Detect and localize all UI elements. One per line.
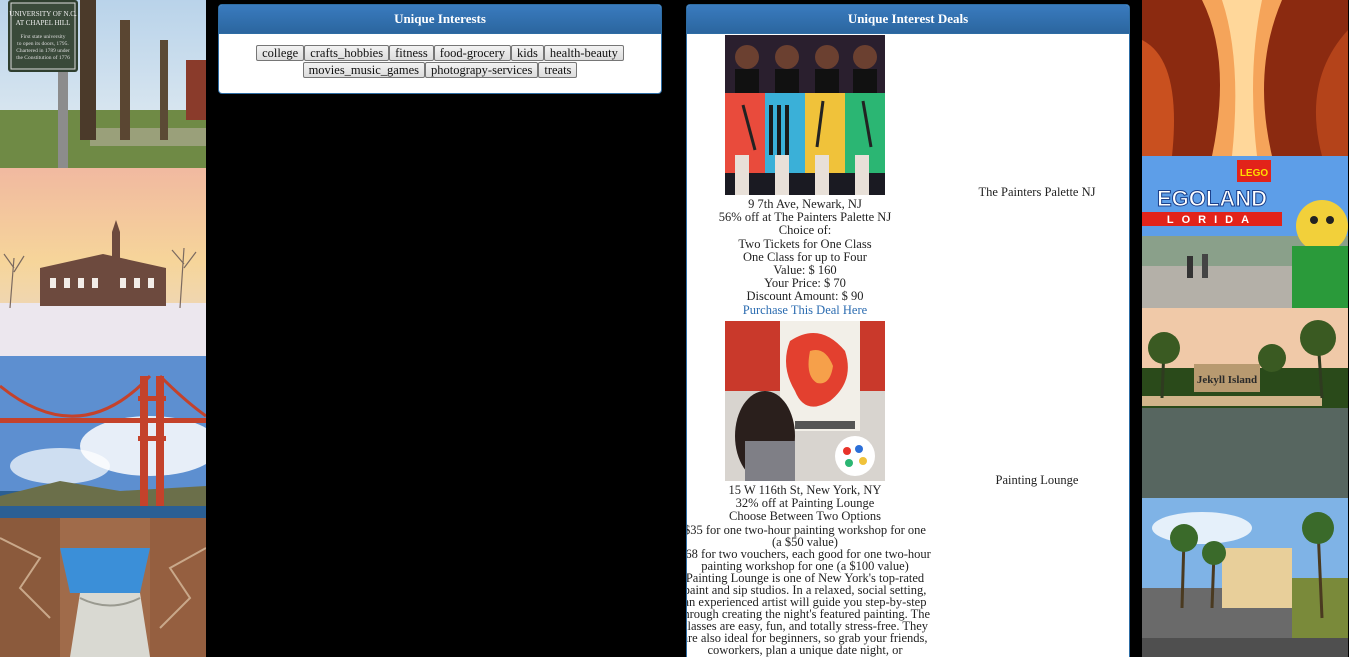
interest-button-fitness[interactable]: fitness — [389, 45, 434, 61]
deals-panel: Unique Interest Deals 9 7th Ave, Newark,… — [686, 4, 1130, 657]
svg-text:First state university: First state university — [21, 34, 66, 40]
interest-button-food-grocery[interactable]: food-grocery — [433, 45, 511, 61]
interest-button-health-beauty[interactable]: health-beauty — [543, 45, 624, 61]
svg-text:EGOLAND: EGOLAND — [1157, 186, 1267, 211]
deal-image[interactable] — [725, 321, 885, 481]
svg-text:Jekyll Island: Jekyll Island — [1197, 374, 1257, 386]
legoland-florida-photo: LEGO EGOLAND LORIDA — [1142, 156, 1348, 308]
interest-button-college[interactable]: college — [256, 45, 305, 61]
svg-text:LEGO: LEGO — [1240, 168, 1269, 179]
antelope-canyon-photo — [1142, 0, 1348, 156]
deal-details: 9 7th Ave, Newark, NJ 56% off at The Pai… — [687, 35, 931, 317]
interests-panel-title: Unique Interests — [219, 5, 661, 34]
unc-chapel-hill-marker-photo: UNIVERSITY OF N.C. AT CHAPEL HILL First … — [0, 0, 206, 168]
deal-details: 15 W 116th St, New York, NY 32% off at P… — [686, 321, 931, 657]
interest-button-photography-services[interactable]: photograpy-services — [424, 62, 539, 78]
deal-merchant-name: Painting Lounge — [995, 473, 1079, 487]
jekyll-island-sign-photo: Jekyll Island — [1142, 308, 1348, 498]
svg-text:AT CHAPEL HILL: AT CHAPEL HILL — [16, 19, 71, 27]
deal-options-label: Choose Between Two Options — [728, 509, 881, 524]
deal-option: $68 for two vouchers, each good for one … — [686, 546, 931, 573]
svg-text:Chartered in 1789 under: Chartered in 1789 under — [16, 48, 70, 54]
deal-option: Two Tickets for One Class — [738, 236, 872, 251]
svg-text:to open its doors, 1795.: to open its doors, 1795. — [17, 41, 69, 47]
right-photo-column: LEGO EGOLAND LORIDA Jekyll Island — [1142, 0, 1348, 657]
snowy-campus-building-photo — [0, 168, 206, 356]
deals-panel-title: Unique Interest Deals — [687, 5, 1129, 34]
deal-option: $35 for one two-hour painting workshop f… — [686, 522, 926, 549]
svg-text:LORIDA: LORIDA — [1167, 214, 1257, 226]
svg-text:UNIVERSITY OF N.C.: UNIVERSITY OF N.C. — [9, 10, 77, 18]
interest-button-crafts-hobbies[interactable]: crafts_hobbies — [304, 45, 390, 61]
interest-button-kids[interactable]: kids — [511, 45, 544, 61]
hoover-dam-photo — [0, 518, 206, 657]
purchase-deal-link[interactable]: Purchase This Deal Here — [743, 303, 867, 317]
deal-merchant-name: The Painters Palette NJ — [978, 185, 1096, 199]
palm-lined-street-photo — [1142, 498, 1348, 657]
page: UNIVERSITY OF N.C. AT CHAPEL HILL First … — [0, 0, 1349, 657]
deal-options-label: Choice of: — [778, 223, 832, 238]
left-photo-column: UNIVERSITY OF N.C. AT CHAPEL HILL First … — [0, 0, 206, 657]
interest-button-group: college crafts_hobbies fitness food-groc… — [219, 34, 661, 78]
svg-text:the Constitution of 1776: the Constitution of 1776 — [16, 54, 70, 61]
interest-button-treats[interactable]: treats — [538, 62, 578, 78]
deal-image[interactable] — [725, 35, 885, 195]
golden-gate-bridge-photo — [0, 356, 206, 542]
deal-description: Painting Lounge is one of New York's top… — [686, 570, 931, 657]
interests-panel: Unique Interests college crafts_hobbies … — [218, 4, 662, 94]
interest-button-movies-music-games[interactable]: movies_music_games — [302, 62, 425, 78]
